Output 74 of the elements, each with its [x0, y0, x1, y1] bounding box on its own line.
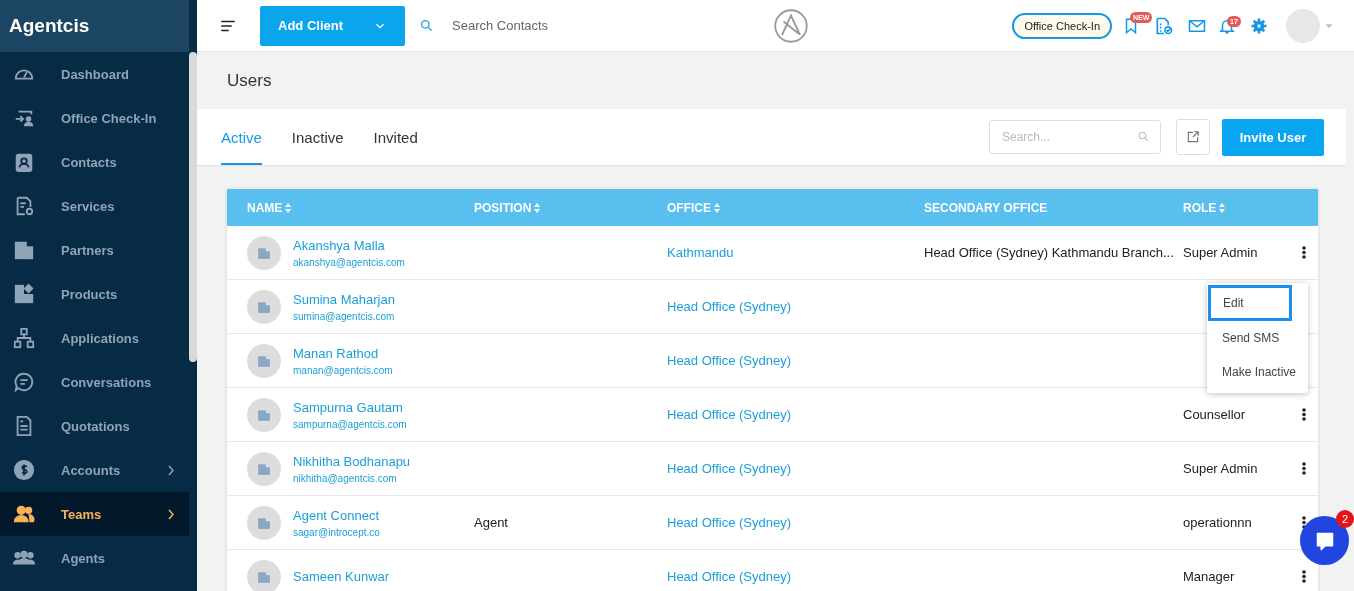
sidebar-item[interactable]: Quotations	[0, 404, 189, 448]
sidebar-item[interactable]: Services	[0, 184, 189, 228]
user-email: akanshya@agentcis.com	[293, 256, 405, 268]
dollar-icon	[12, 459, 36, 481]
table-cell: Super Admin	[1183, 245, 1258, 260]
sidebar-item[interactable]: Contacts	[0, 140, 189, 184]
sidebar-item[interactable]: Partners	[0, 228, 189, 272]
column-header: SECONDARY OFFICE	[924, 200, 1048, 215]
user-name-link[interactable]: Manan Rathod	[293, 345, 393, 361]
sidebar-item[interactable]: Teams	[0, 492, 189, 536]
office-check-in-button[interactable]: Office Check-In	[1012, 12, 1112, 39]
more-icon[interactable]	[1302, 246, 1306, 259]
sidebar-item[interactable]: Agents	[0, 536, 189, 580]
search-icon	[1137, 130, 1150, 143]
tab[interactable]: Invited	[373, 109, 418, 165]
user-email: sampurna@agentcis.com	[293, 418, 407, 430]
sidebar-item[interactable]: Dashboard	[0, 52, 189, 96]
search-icon[interactable]	[419, 18, 434, 33]
settings-icon[interactable]	[1250, 16, 1268, 35]
office-link[interactable]: Head Office (Sydney)	[667, 515, 792, 530]
more-icon[interactable]	[1302, 516, 1306, 529]
user-name-link[interactable]: Akanshya Malla	[293, 237, 405, 253]
table-cell: Counsellor	[1183, 407, 1246, 422]
table-cell: Super Admin	[1183, 461, 1258, 476]
people-icon	[12, 503, 36, 525]
sidebar-item[interactable]: Products	[0, 272, 189, 316]
add-client-button[interactable]: Add Client	[260, 5, 405, 46]
table-cell: Head Office (Sydney) Kathmandu Branch...	[924, 245, 1174, 260]
office-link[interactable]: Kathmandu	[667, 245, 734, 260]
sidebar-item[interactable]: Accounts	[0, 448, 189, 492]
sidebar-item[interactable]: Conversations	[0, 360, 189, 404]
user-email: manan@agentcis.com	[293, 364, 393, 376]
user-email: nikhitha@agentcis.com	[293, 472, 398, 484]
invite-user-button[interactable]: Invite User	[1222, 118, 1324, 156]
user-email: sagar@introcept.co	[293, 526, 380, 538]
more-icon[interactable]	[1302, 408, 1306, 421]
column-header[interactable]: OFFICE	[667, 200, 720, 215]
sidebar-item[interactable]: Applications	[0, 316, 189, 360]
table-cell: Agent	[474, 515, 508, 530]
column-header[interactable]: ROLE	[1183, 200, 1226, 215]
more-icon[interactable]	[1302, 462, 1306, 475]
user-name-link[interactable]: Sameen Kunwar	[293, 569, 390, 584]
office-link[interactable]: Head Office (Sydney)	[667, 353, 792, 368]
chat-icon	[12, 371, 36, 393]
more-icon[interactable]	[1302, 570, 1306, 583]
column-header[interactable]: POSITION	[474, 200, 541, 215]
logo-icon	[773, 7, 810, 44]
brand-name: Agentcis	[9, 15, 90, 37]
user-name-link[interactable]: Nikhitha Bodhanapu	[293, 453, 411, 469]
user-name-link[interactable]: Sampurna Gautam	[293, 399, 407, 415]
office-link[interactable]: Head Office (Sydney)	[667, 407, 792, 422]
office-link[interactable]: Head Office (Sydney)	[667, 299, 792, 314]
menu-item[interactable]: Edit	[1208, 285, 1292, 321]
document-check-icon[interactable]	[1154, 15, 1174, 36]
page-title: Users	[227, 70, 272, 91]
hierarchy-icon	[12, 327, 36, 349]
table-cell: operationnn	[1183, 515, 1252, 530]
user-email: sumina@agentcis.com	[293, 310, 395, 322]
scrollbar[interactable]	[189, 52, 197, 362]
tab[interactable]: Inactive	[291, 109, 344, 165]
tab[interactable]: Active	[221, 109, 262, 165]
search-field[interactable]: Search...	[989, 120, 1161, 154]
column-header[interactable]: NAME	[227, 200, 292, 215]
external-link-icon	[1186, 130, 1200, 144]
table-cell: Manager	[1183, 569, 1235, 584]
office-link[interactable]: Head Office (Sydney)	[667, 569, 792, 584]
user-name-link[interactable]: Agent Connect	[293, 507, 380, 523]
blocks-icon	[12, 283, 36, 305]
menu-item[interactable]: Send SMS	[1208, 321, 1306, 355]
user-name-link[interactable]: Sumina Maharjan	[293, 291, 395, 307]
menu-item[interactable]: Make Inactive	[1208, 355, 1306, 389]
export-button[interactable]	[1176, 119, 1210, 155]
office-link[interactable]: Head Office (Sydney)	[667, 461, 792, 476]
sidebar-item[interactable]: Office Check-In	[0, 96, 189, 140]
